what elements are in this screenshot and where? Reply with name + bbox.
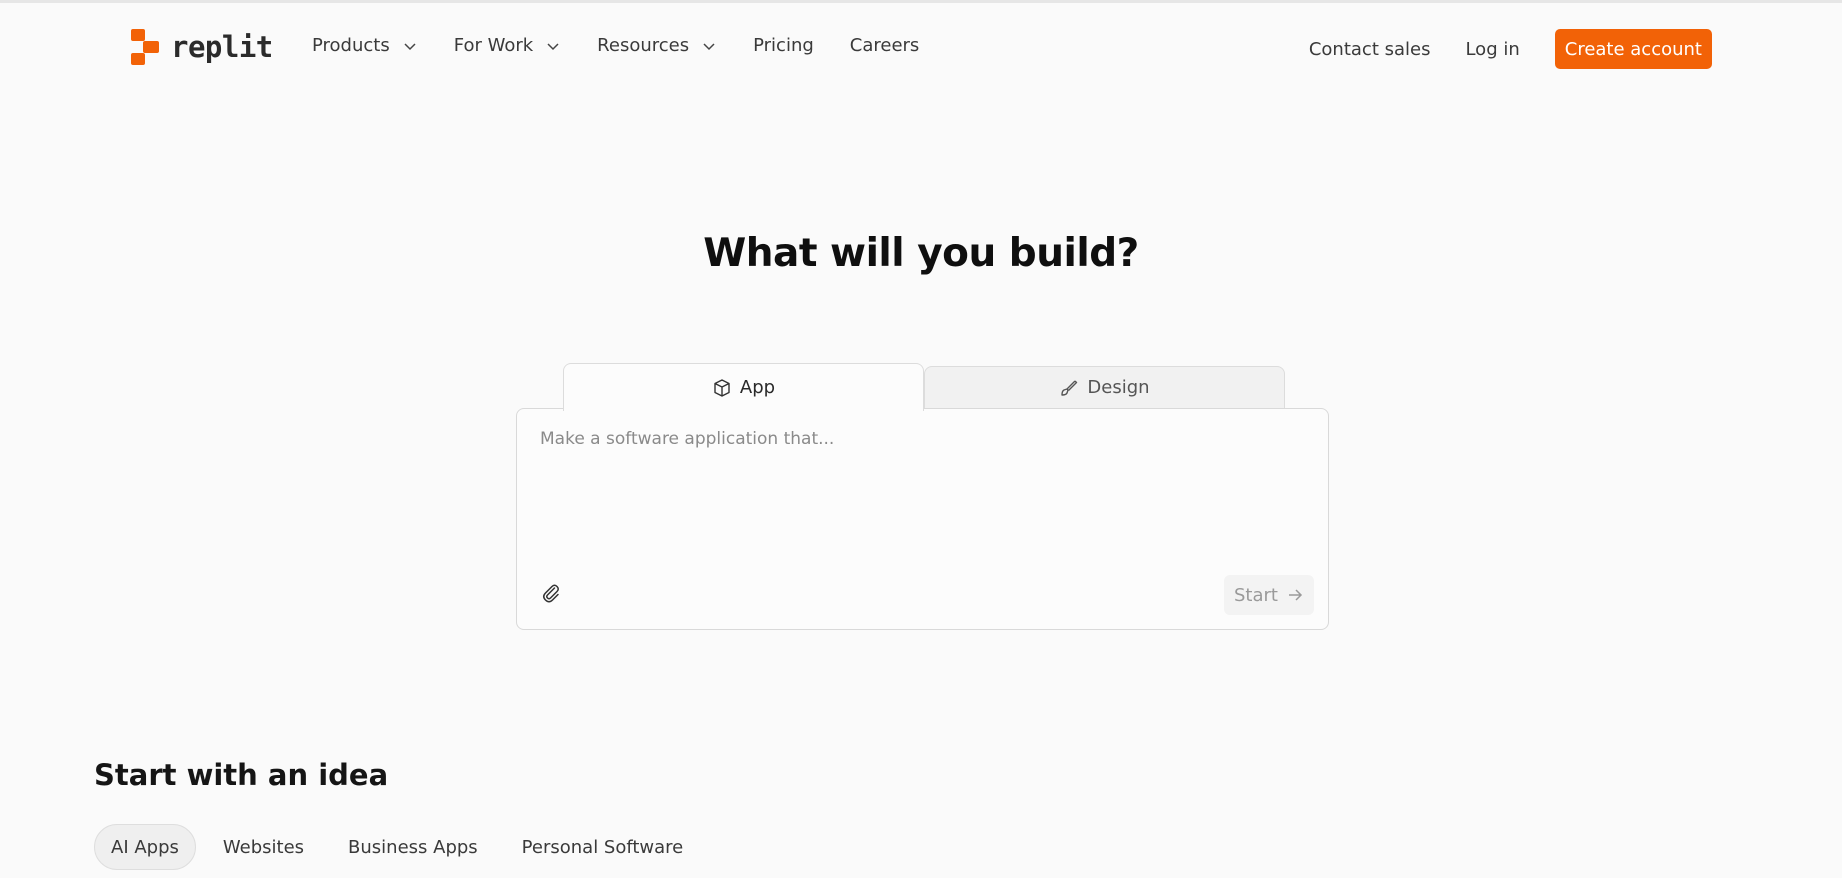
nav-resources[interactable]: Resources (597, 35, 717, 56)
nav-products[interactable]: Products (312, 35, 418, 56)
prompt-input[interactable] (540, 429, 1300, 539)
chip-business-apps[interactable]: Business Apps (331, 824, 495, 870)
tab-app-label: App (739, 377, 776, 398)
contact-sales-link[interactable]: Contact sales (1309, 39, 1431, 60)
idea-category-chips: AI Apps Websites Business Apps Personal … (94, 824, 700, 870)
nav-for-work[interactable]: For Work (454, 35, 561, 56)
logo-text: replit (171, 30, 273, 64)
prompt-composer: Start (516, 408, 1329, 630)
start-button[interactable]: Start (1224, 575, 1314, 615)
chip-websites[interactable]: Websites (206, 824, 321, 870)
nav-pricing[interactable]: Pricing (753, 35, 814, 56)
start-button-label: Start (1234, 584, 1278, 606)
main-nav: Products For Work Resources Pricing Care… (312, 35, 955, 56)
nav-careers-label: Careers (849, 35, 920, 56)
tab-design[interactable]: Design (924, 366, 1285, 408)
tab-app[interactable]: App (563, 363, 924, 411)
paperclip-icon[interactable] (539, 581, 563, 605)
arrow-right-icon (1288, 589, 1303, 601)
nav-careers[interactable]: Careers (850, 35, 920, 56)
composer-tabs: App Design (563, 363, 1285, 411)
nav-resources-label: Resources (597, 35, 690, 56)
site-header: replit Products For Work Resources Prici… (0, 3, 1842, 89)
nav-for-work-label: For Work (453, 35, 534, 56)
account-nav: Contact sales Log in Create account (1309, 29, 1712, 69)
page-title: What will you build? (703, 231, 1139, 276)
login-link[interactable]: Log in (1465, 39, 1519, 60)
chevron-down-icon (703, 42, 715, 50)
chevron-down-icon (404, 42, 416, 50)
replit-logo[interactable]: replit (131, 29, 273, 65)
ideas-heading: Start with an idea (94, 758, 389, 792)
chip-ai-apps[interactable]: AI Apps (94, 824, 196, 870)
nav-products-label: Products (312, 35, 390, 56)
chip-personal-software[interactable]: Personal Software (505, 824, 701, 870)
cube-icon (714, 378, 730, 397)
create-account-button[interactable]: Create account (1554, 29, 1712, 69)
chevron-down-icon (547, 42, 559, 50)
brush-icon (1061, 380, 1078, 396)
replit-logo-icon (131, 29, 161, 65)
nav-pricing-label: Pricing (753, 35, 814, 56)
tab-design-label: Design (1087, 377, 1150, 398)
